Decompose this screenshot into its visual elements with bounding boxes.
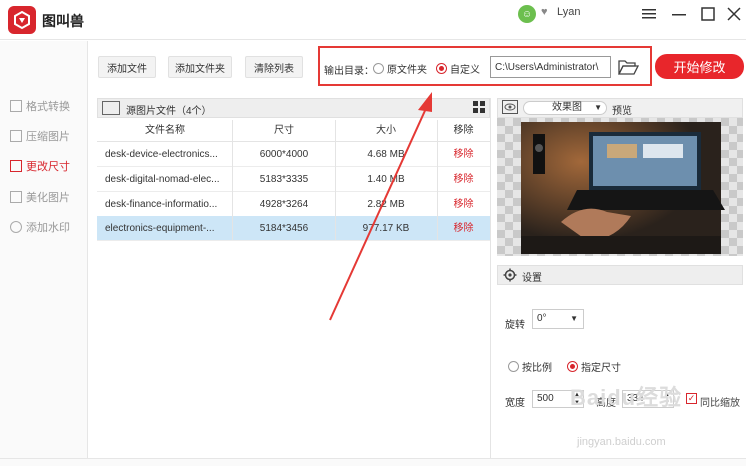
watermark-url: jingyan.baidu.com bbox=[577, 436, 666, 448]
file-dimensions: 4928*3264 bbox=[259, 199, 309, 210]
file-dimensions: 5183*3335 bbox=[259, 174, 309, 185]
radio-specify-size[interactable]: 指定尺寸 bbox=[567, 359, 621, 374]
sidebar-item-beautify[interactable]: 美化图片 bbox=[10, 189, 70, 205]
compress-icon bbox=[10, 130, 22, 142]
menu-icon[interactable] bbox=[638, 4, 660, 24]
table-row[interactable]: desk-digital-nomad-elec... 5183*3335 1.4… bbox=[97, 167, 490, 192]
watermark-brand: Baidu经验 bbox=[570, 385, 683, 410]
remove-link[interactable]: 移除 bbox=[437, 167, 490, 192]
column-header-name[interactable]: 文件名称 bbox=[97, 122, 233, 142]
table-row-selected[interactable]: electronics-equipment-... 5184*3456 977.… bbox=[97, 216, 490, 241]
lock-ratio-checkbox[interactable]: ✓ bbox=[686, 393, 697, 404]
file-size: 977.17 KB bbox=[362, 223, 410, 234]
column-header-remove: 移除 bbox=[453, 125, 474, 136]
preview-label: 预览 bbox=[612, 106, 632, 117]
file-name: desk-finance-informatio... bbox=[105, 199, 218, 210]
sidebar-item-watermark[interactable]: 添加水印 bbox=[10, 219, 70, 235]
panel-divider bbox=[490, 98, 491, 458]
convert-icon bbox=[10, 100, 22, 112]
radio-label: 自定义 bbox=[450, 65, 480, 76]
radio-label: 指定尺寸 bbox=[581, 363, 621, 374]
preview-mode-select[interactable]: 效果图 ▼ bbox=[523, 101, 607, 115]
table-row[interactable]: desk-device-electronics... 6000*4000 4.6… bbox=[97, 142, 490, 167]
radio-selected-icon bbox=[567, 361, 578, 372]
watermark-icon bbox=[10, 221, 22, 233]
file-dimensions: 5184*3456 bbox=[259, 223, 309, 234]
settings-title: 设置 bbox=[522, 273, 542, 284]
output-dir-label: 输出目录： bbox=[324, 66, 374, 77]
column-divider bbox=[335, 120, 336, 240]
title-bar bbox=[0, 0, 746, 40]
sidebar-item-resize[interactable]: 更改尺寸 bbox=[10, 158, 70, 174]
gear-icon bbox=[503, 268, 517, 285]
column-divider bbox=[232, 120, 233, 240]
close-icon[interactable] bbox=[723, 4, 745, 24]
sidebar-item-label: 格式转换 bbox=[26, 101, 70, 113]
width-label: 宽度 bbox=[505, 398, 525, 409]
file-size: 1.40 MB bbox=[367, 174, 405, 185]
radio-label: 原文件夹 bbox=[387, 65, 427, 76]
add-file-button[interactable]: 添加文件 bbox=[98, 56, 156, 78]
radio-custom-folder[interactable]: 自定义 bbox=[436, 61, 480, 76]
chevron-down-icon: ▼ bbox=[570, 314, 578, 323]
rotate-select[interactable]: 0° ▼ bbox=[532, 309, 584, 329]
sidebar-item-convert[interactable]: 格式转换 bbox=[10, 98, 70, 114]
clear-list-button[interactable]: 清除列表 bbox=[245, 56, 303, 78]
radio-circle-icon bbox=[508, 361, 519, 372]
app-logo-icon bbox=[8, 6, 36, 34]
eye-icon[interactable] bbox=[502, 100, 518, 117]
radio-original-folder[interactable]: 原文件夹 bbox=[373, 61, 427, 76]
image-icon bbox=[102, 101, 120, 115]
folder-open-icon[interactable] bbox=[617, 57, 640, 77]
app-title: 图叫兽 bbox=[42, 13, 84, 29]
file-name: electronics-equipment-... bbox=[105, 223, 215, 234]
radio-label: 按比例 bbox=[522, 363, 552, 374]
preview-image bbox=[497, 118, 743, 256]
status-bar bbox=[0, 458, 746, 466]
file-size: 2.82 MB bbox=[367, 199, 405, 210]
minimize-icon[interactable] bbox=[668, 4, 690, 24]
avatar[interactable]: ☺ bbox=[518, 5, 536, 23]
preview-mode-value: 效果图 bbox=[552, 102, 582, 113]
column-header-filesize[interactable]: 大小 bbox=[335, 122, 437, 142]
file-name: desk-device-electronics... bbox=[105, 149, 218, 160]
resize-icon bbox=[10, 160, 22, 172]
remove-link[interactable]: 移除 bbox=[437, 216, 490, 241]
heart-icon: ♥ bbox=[541, 6, 548, 18]
sidebar-item-label: 美化图片 bbox=[26, 192, 70, 204]
remove-link[interactable]: 移除 bbox=[437, 192, 490, 217]
grid-view-icon[interactable] bbox=[473, 101, 485, 116]
radio-circle-icon bbox=[373, 63, 384, 74]
add-folder-button[interactable]: 添加文件夹 bbox=[168, 56, 232, 78]
beautify-icon bbox=[10, 191, 22, 203]
file-dimensions: 6000*4000 bbox=[259, 149, 309, 160]
width-value: 500 bbox=[537, 393, 554, 404]
start-button[interactable]: 开始修改 bbox=[655, 54, 744, 79]
rotate-label: 旋转 bbox=[505, 320, 525, 331]
chevron-down-icon: ▼ bbox=[594, 103, 602, 112]
file-size: 4.68 MB bbox=[367, 149, 405, 160]
sidebar-item-compress[interactable]: 压缩图片 bbox=[10, 128, 70, 144]
radio-selected-icon bbox=[436, 63, 447, 74]
column-header-size[interactable]: 尺寸 bbox=[233, 122, 335, 142]
sidebar-item-label: 压缩图片 bbox=[26, 131, 70, 143]
output-path-input[interactable] bbox=[490, 56, 611, 78]
sidebar-item-label: 更改尺寸 bbox=[26, 161, 70, 173]
lock-ratio-label: 同比缩放 bbox=[700, 398, 740, 409]
column-divider bbox=[437, 120, 438, 240]
table-row[interactable]: desk-finance-informatio... 4928*3264 2.8… bbox=[97, 192, 490, 217]
maximize-icon[interactable] bbox=[697, 4, 719, 24]
file-name: desk-digital-nomad-elec... bbox=[105, 174, 220, 185]
sidebar-item-label: 添加水印 bbox=[26, 222, 70, 234]
radio-keep-ratio[interactable]: 按比例 bbox=[508, 359, 552, 374]
file-list-title: 源图片文件（4个） bbox=[126, 106, 212, 117]
user-name[interactable]: Lyan bbox=[557, 6, 580, 18]
remove-link[interactable]: 移除 bbox=[437, 142, 490, 167]
rotate-value: 0° bbox=[537, 313, 547, 324]
